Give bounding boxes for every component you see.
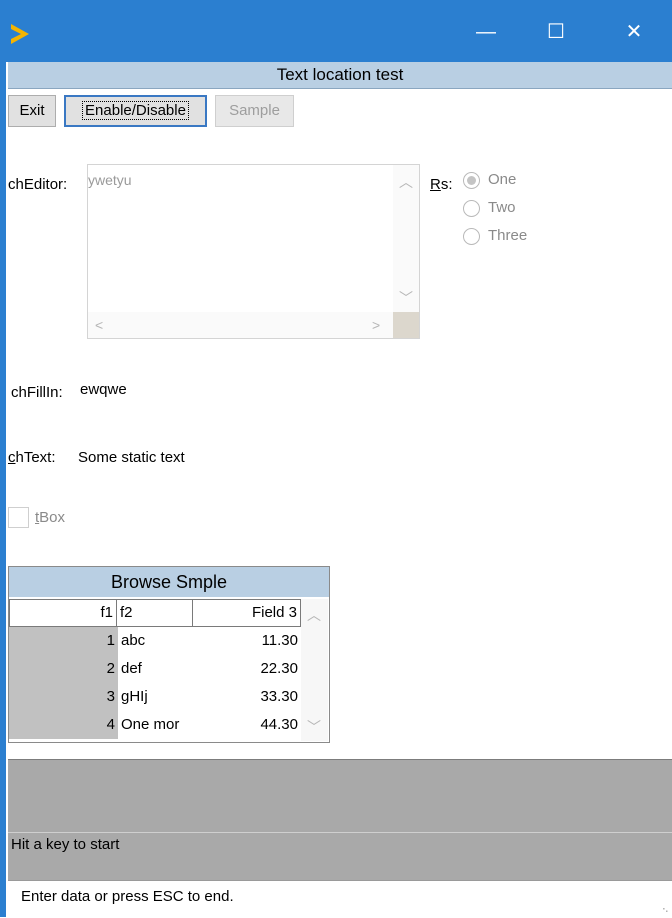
radio-two-label: Two bbox=[488, 199, 516, 216]
row-4-f3[interactable]: 44.30 bbox=[193, 711, 298, 739]
frame-background-area bbox=[8, 759, 672, 832]
tbox-label: tBox bbox=[35, 509, 66, 526]
row-2-f3[interactable]: 22.30 bbox=[193, 655, 298, 683]
app-logo-icon bbox=[11, 24, 29, 44]
radio-two[interactable] bbox=[463, 200, 480, 217]
tbox-checkbox[interactable] bbox=[8, 507, 29, 528]
status-bar: Enter data or press ESC to end. ⠢ bbox=[8, 880, 672, 918]
row-3-f2[interactable]: gHIj bbox=[121, 683, 148, 711]
static-text-label: chText: bbox=[8, 449, 56, 466]
row-4-f1[interactable]: 4 bbox=[9, 711, 118, 739]
scroll-left-icon[interactable]: < bbox=[95, 317, 103, 333]
column-header-field3[interactable]: Field 3 bbox=[192, 599, 301, 627]
close-button[interactable]: ✕ bbox=[611, 14, 657, 50]
message-text: Hit a key to start bbox=[11, 836, 120, 853]
sample-button[interactable]: Sample bbox=[215, 95, 294, 127]
column-header-f2[interactable]: f2 bbox=[116, 599, 193, 627]
resize-grip-icon[interactable]: ⠢ bbox=[662, 905, 669, 916]
row-2-f2[interactable]: def bbox=[121, 655, 142, 683]
status-text: Enter data or press ESC to end. bbox=[21, 888, 234, 905]
fill-in-field[interactable]: ewqwe bbox=[80, 381, 127, 398]
scroll-up-icon[interactable]: ︿ bbox=[399, 172, 413, 192]
editor-horizontal-scrollbar[interactable] bbox=[88, 312, 393, 338]
radio-one[interactable] bbox=[463, 172, 480, 189]
fill-in-label: chFillIn: bbox=[11, 384, 63, 401]
row-1-f2[interactable]: abc bbox=[121, 627, 145, 655]
enable-disable-label: Enable/Disable bbox=[82, 101, 189, 120]
browse-scroll-up-icon[interactable]: ︿ bbox=[307, 605, 321, 625]
editor-value: ywetyu bbox=[88, 172, 132, 188]
frame-title: Text location test bbox=[8, 62, 672, 89]
scroll-right-icon[interactable]: > bbox=[372, 317, 380, 333]
row-1-f3[interactable]: 11.30 bbox=[193, 627, 298, 655]
editor-label: chEditor: bbox=[8, 176, 68, 193]
row-3-f1[interactable]: 3 bbox=[9, 683, 118, 711]
radio-set-label: Rs: bbox=[430, 176, 453, 193]
row-3-f3[interactable]: 33.30 bbox=[193, 683, 298, 711]
row-4-f2[interactable]: One mor bbox=[121, 711, 191, 739]
scrollbar-corner bbox=[393, 312, 419, 338]
static-text-value: Some static text bbox=[78, 449, 185, 466]
enable-disable-button[interactable]: Enable/Disable bbox=[64, 95, 207, 127]
message-area: Hit a key to start bbox=[8, 832, 672, 881]
row-1-f1[interactable]: 1 bbox=[9, 627, 118, 655]
maximize-button[interactable]: ☐ bbox=[533, 14, 579, 50]
browse-scroll-down-icon[interactable]: ﹀ bbox=[307, 717, 321, 737]
radio-one-label: One bbox=[488, 171, 517, 188]
radio-three-label: Three bbox=[488, 227, 528, 244]
window-left-frame bbox=[0, 62, 6, 917]
row-2-f1[interactable]: 2 bbox=[9, 655, 118, 683]
column-header-f1[interactable]: f1 bbox=[9, 599, 117, 627]
radio-three[interactable] bbox=[463, 228, 480, 245]
minimize-button[interactable]: — bbox=[463, 14, 509, 50]
browse-title: Browse Smple bbox=[9, 567, 329, 597]
scroll-down-icon[interactable]: ﹀ bbox=[399, 288, 413, 308]
exit-button[interactable]: Exit bbox=[8, 95, 56, 127]
